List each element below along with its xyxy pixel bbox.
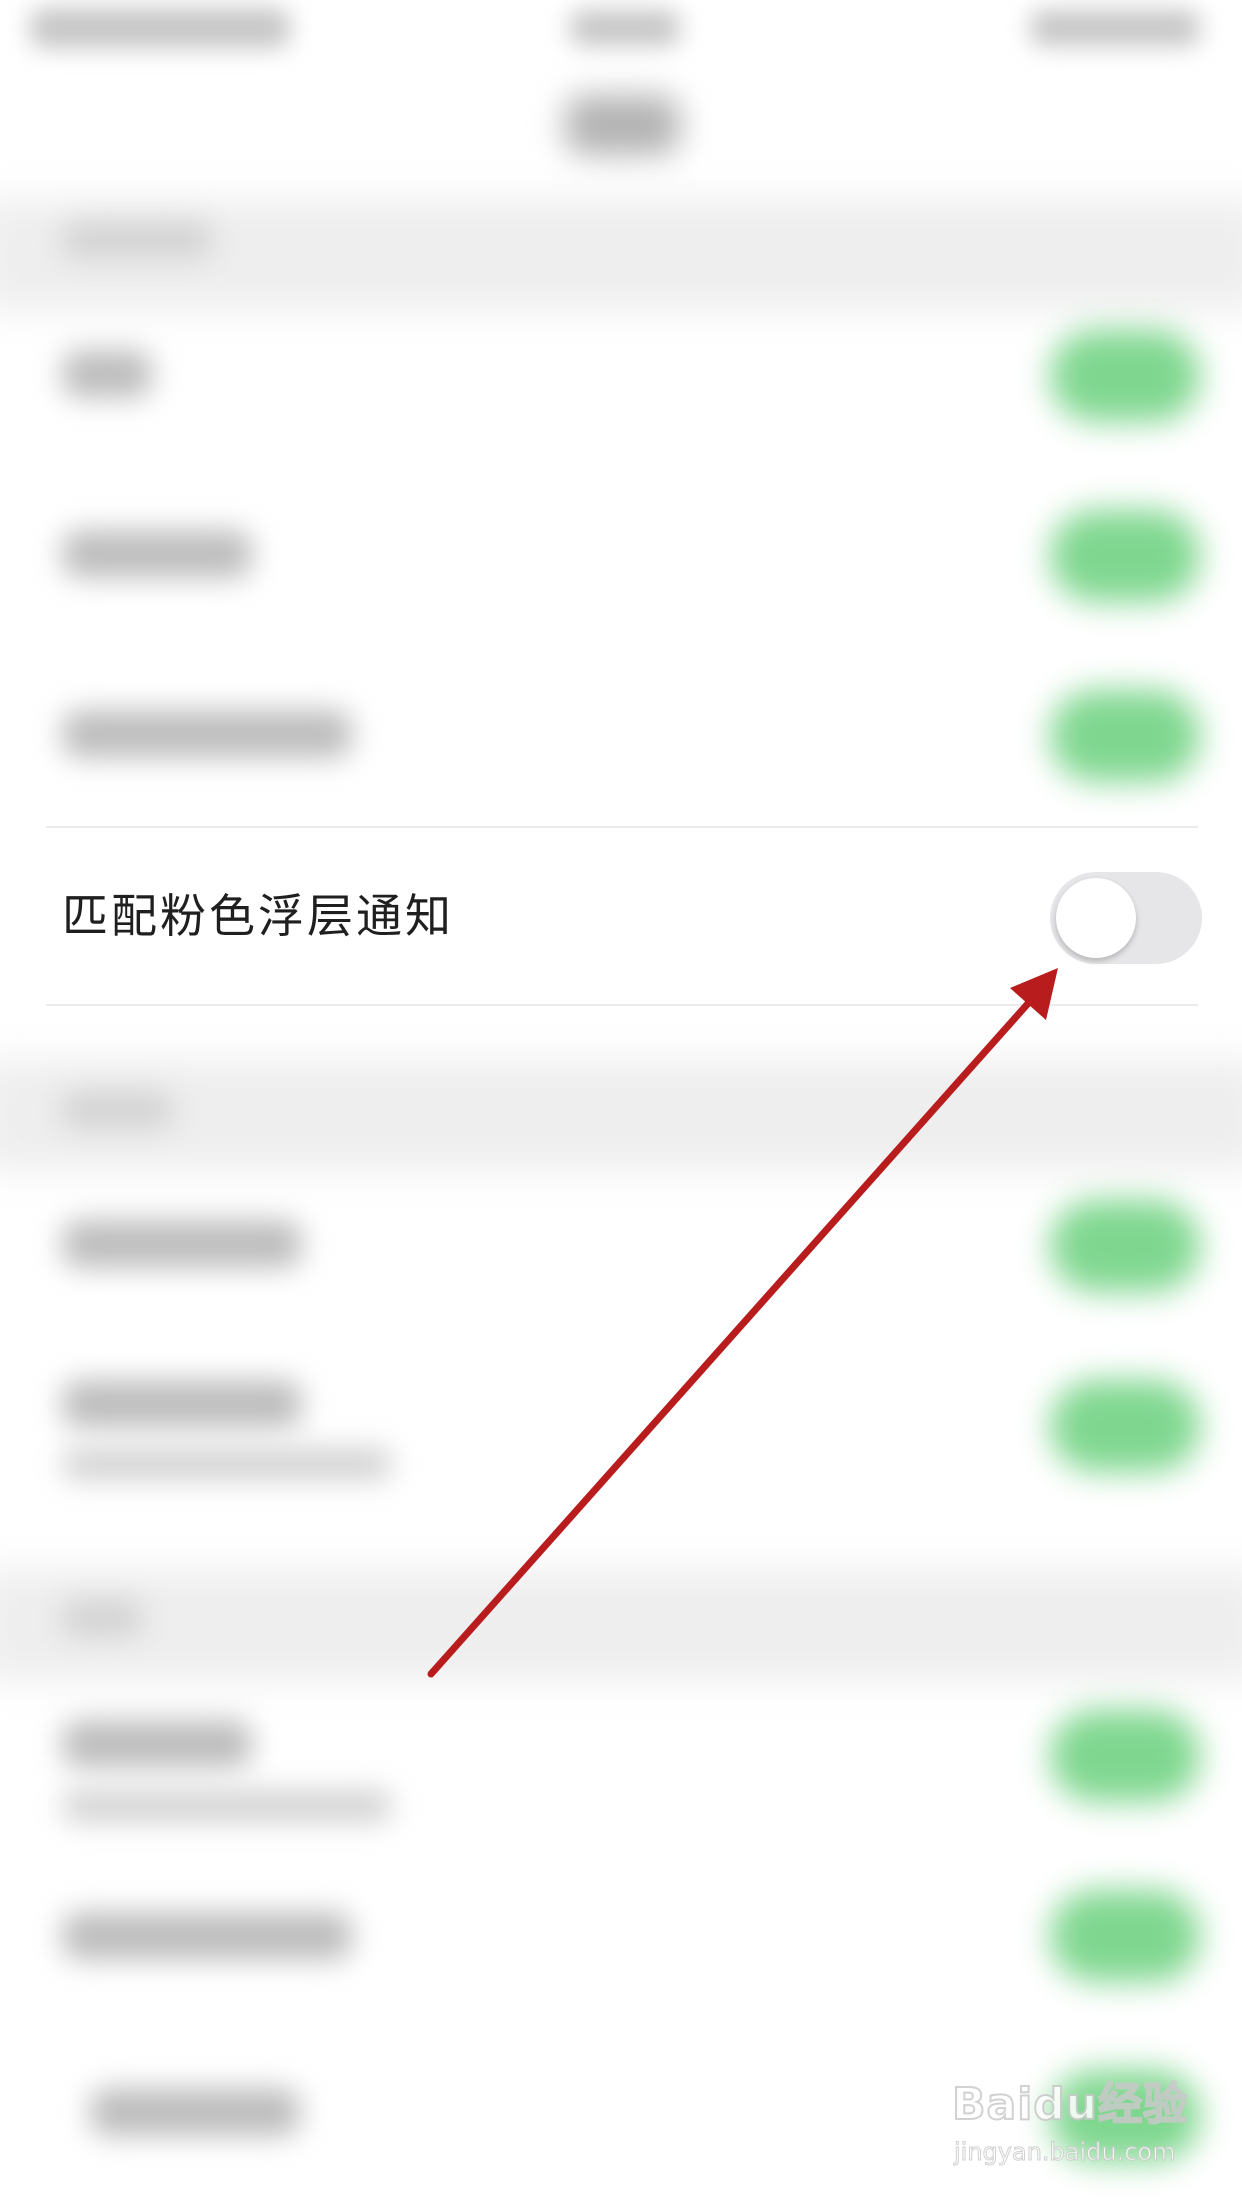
watermark-logo: Baidu经验 [951, 2078, 1189, 2131]
annotation-arrow-icon [427, 968, 1058, 1678]
watermark-url: jingyan.baidu.com [953, 2138, 1176, 2167]
baidu-jingyan-watermark: Baidu经验 jingyan.baidu.com [951, 2068, 1192, 2178]
